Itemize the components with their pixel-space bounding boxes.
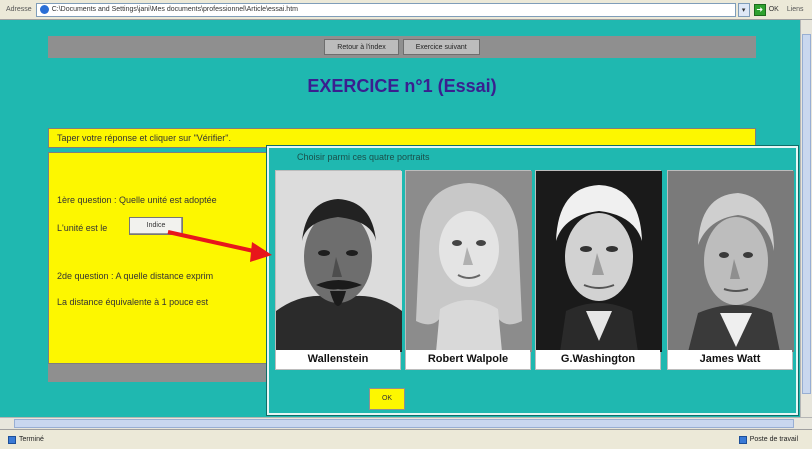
go-button[interactable]: ➜ OK — [753, 3, 779, 16]
portrait-name: G.Washington — [536, 350, 660, 369]
wallenstein-portrait-image — [276, 171, 402, 352]
links-label[interactable]: Liens — [787, 6, 804, 13]
portrait-popup: Choisir parmi ces quatre portraits Walle… — [267, 146, 798, 415]
status-text: Terminé — [19, 436, 44, 443]
vertical-scrollbar[interactable] — [800, 20, 812, 417]
portrait-walpole[interactable]: Robert Walpole — [405, 170, 532, 370]
portrait-watt[interactable]: James Watt — [667, 170, 794, 370]
indice-button[interactable]: Indice — [129, 217, 183, 235]
computer-icon — [738, 435, 747, 444]
back-to-index-button[interactable]: Retour à l'index — [324, 39, 399, 55]
zone-text: Poste de travail — [749, 436, 798, 443]
popup-ok-button[interactable]: OK — [369, 388, 405, 410]
address-dropdown-icon[interactable]: ▾ — [737, 2, 750, 17]
horizontal-scroll-thumb[interactable] — [14, 419, 794, 428]
address-url: C:\Documents and Settings\jani\Mes docum… — [51, 6, 298, 13]
portrait-washington[interactable]: G.Washington — [535, 170, 662, 370]
instruction-bar: Taper votre réponse et cliquer sur "Véri… — [48, 128, 756, 148]
page-title: EXERCICE n°1 (Essai) — [307, 76, 497, 96]
horizontal-scrollbar[interactable] — [0, 417, 812, 429]
washington-portrait-image — [536, 171, 662, 352]
portrait-wallenstein[interactable]: Wallenstein — [275, 170, 402, 370]
status-bar: Terminé Poste de travail — [0, 429, 812, 449]
vertical-scroll-thumb[interactable] — [802, 34, 811, 394]
question-2: 2de question : A quelle distance exprim — [57, 271, 214, 281]
address-bar: Adresse C:\Documents and Settings\jani\M… — [0, 0, 812, 20]
go-label: OK — [768, 6, 779, 13]
question-1: 1ère question : Quelle unité est adoptée — [57, 195, 217, 205]
nav-bar: Retour à l'index Exercice suivant — [48, 36, 756, 58]
watt-portrait-image — [668, 171, 794, 352]
portrait-name: Wallenstein — [276, 350, 400, 369]
address-label: Adresse — [6, 6, 32, 13]
question-panel: 1ère question : Quelle unité est adoptée… — [48, 152, 270, 364]
go-arrow-icon: ➜ — [753, 3, 766, 16]
popup-title: Choisir parmi ces quatre portraits — [297, 152, 430, 162]
walpole-portrait-image — [406, 171, 532, 352]
answer-2-prefix: La distance équivalente à 1 pouce est — [57, 297, 209, 307]
page-done-icon — [8, 435, 16, 444]
answer-1-prefix: L'unité est le — [57, 223, 108, 233]
ie-page-icon — [39, 5, 49, 14]
address-field[interactable]: C:\Documents and Settings\jani\Mes docum… — [35, 2, 736, 17]
bottom-bar — [48, 364, 270, 382]
portrait-name: James Watt — [668, 350, 792, 369]
next-exercise-button[interactable]: Exercice suivant — [402, 39, 480, 55]
portrait-name: Robert Walpole — [406, 350, 530, 369]
